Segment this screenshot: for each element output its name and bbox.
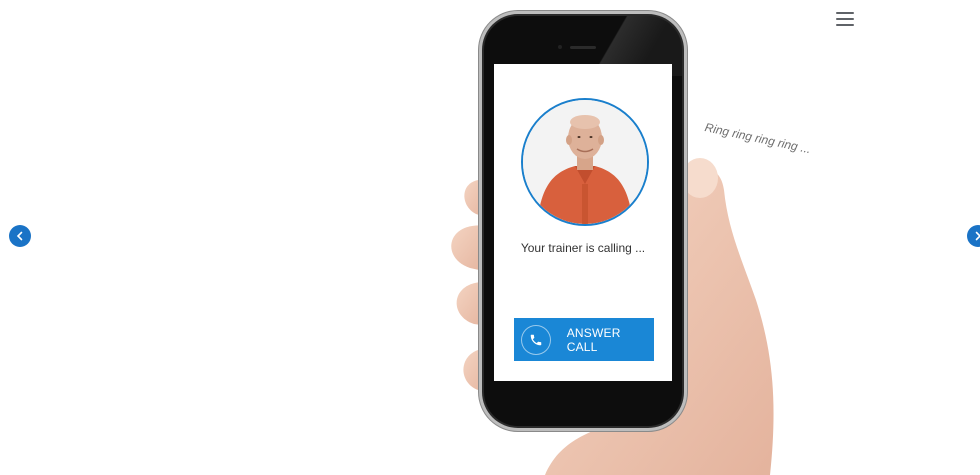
menu-bar-bottom [836,23,854,26]
phone-icon [521,324,551,355]
chevron-right-icon [975,231,980,241]
chevron-left-icon [16,231,23,241]
menu-bar-middle [836,17,854,21]
camera-icon [558,45,562,49]
hamburger-menu-icon[interactable] [836,12,854,26]
phone-device: Your trainer is calling ... ANSWER CALL [484,16,682,426]
carousel-prev-button[interactable] [9,225,31,247]
ring-caption: Ring ring ring ring ... [703,120,813,157]
caller-status-text: Your trainer is calling ... [520,241,646,255]
trainer-photo [523,100,647,224]
answer-call-label: ANSWER CALL [566,325,621,354]
phone-glyph [530,334,542,345]
trainer-avatar [521,98,649,226]
speaker-grille [570,46,596,49]
answer-call-button[interactable]: ANSWER CALL [514,318,654,361]
phone-screen: Your trainer is calling ... ANSWER CALL [494,64,672,381]
carousel-next-button[interactable] [967,225,980,247]
menu-bar-top [836,12,854,15]
